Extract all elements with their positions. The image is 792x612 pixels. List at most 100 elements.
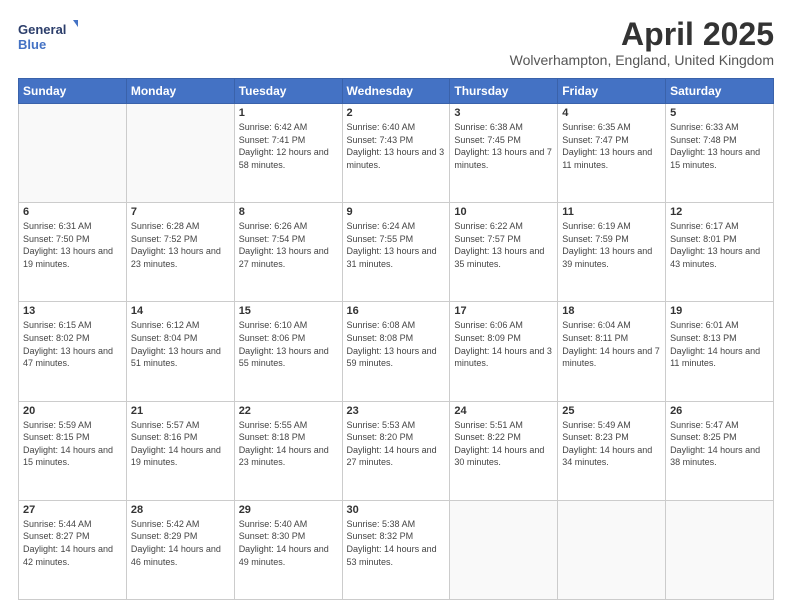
calendar-cell: 11 Sunrise: 6:19 AM Sunset: 7:59 PM Dayl… [558, 203, 666, 302]
calendar-cell: 26 Sunrise: 5:47 AM Sunset: 8:25 PM Dayl… [666, 401, 774, 500]
calendar-cell: 21 Sunrise: 5:57 AM Sunset: 8:16 PM Dayl… [126, 401, 234, 500]
day-info: Sunrise: 6:22 AM Sunset: 7:57 PM Dayligh… [454, 220, 553, 270]
day-number: 6 [23, 206, 122, 218]
day-info: Sunrise: 6:06 AM Sunset: 8:09 PM Dayligh… [454, 319, 553, 369]
calendar-cell: 3 Sunrise: 6:38 AM Sunset: 7:45 PM Dayli… [450, 104, 558, 203]
calendar-cell [19, 104, 127, 203]
day-number: 4 [562, 107, 661, 119]
calendar-cell [558, 500, 666, 599]
calendar-cell: 9 Sunrise: 6:24 AM Sunset: 7:55 PM Dayli… [342, 203, 450, 302]
day-number: 2 [347, 107, 446, 119]
calendar-row: 13 Sunrise: 6:15 AM Sunset: 8:02 PM Dayl… [19, 302, 774, 401]
dow-header-cell: Thursday [450, 79, 558, 104]
day-info: Sunrise: 6:24 AM Sunset: 7:55 PM Dayligh… [347, 220, 446, 270]
calendar-cell: 22 Sunrise: 5:55 AM Sunset: 8:18 PM Dayl… [234, 401, 342, 500]
day-number: 30 [347, 504, 446, 516]
day-info: Sunrise: 6:19 AM Sunset: 7:59 PM Dayligh… [562, 220, 661, 270]
dow-header-cell: Wednesday [342, 79, 450, 104]
calendar-cell [450, 500, 558, 599]
day-number: 23 [347, 405, 446, 417]
day-info: Sunrise: 5:49 AM Sunset: 8:23 PM Dayligh… [562, 419, 661, 469]
day-info: Sunrise: 6:28 AM Sunset: 7:52 PM Dayligh… [131, 220, 230, 270]
day-info: Sunrise: 6:15 AM Sunset: 8:02 PM Dayligh… [23, 319, 122, 369]
day-number: 11 [562, 206, 661, 218]
day-number: 29 [239, 504, 338, 516]
calendar-cell: 13 Sunrise: 6:15 AM Sunset: 8:02 PM Dayl… [19, 302, 127, 401]
day-info: Sunrise: 6:08 AM Sunset: 8:08 PM Dayligh… [347, 319, 446, 369]
day-number: 26 [670, 405, 769, 417]
calendar-cell: 24 Sunrise: 5:51 AM Sunset: 8:22 PM Dayl… [450, 401, 558, 500]
day-number: 22 [239, 405, 338, 417]
header-right: April 2025 Wolverhampton, England, Unite… [510, 18, 774, 68]
dow-header-cell: Saturday [666, 79, 774, 104]
calendar-cell: 14 Sunrise: 6:12 AM Sunset: 8:04 PM Dayl… [126, 302, 234, 401]
svg-text:Blue: Blue [18, 37, 46, 52]
header: General Blue April 2025 Wolverhampton, E… [18, 18, 774, 68]
page: General Blue April 2025 Wolverhampton, E… [0, 0, 792, 612]
calendar-cell: 8 Sunrise: 6:26 AM Sunset: 7:54 PM Dayli… [234, 203, 342, 302]
day-info: Sunrise: 6:35 AM Sunset: 7:47 PM Dayligh… [562, 121, 661, 171]
calendar-cell: 20 Sunrise: 5:59 AM Sunset: 8:15 PM Dayl… [19, 401, 127, 500]
day-info: Sunrise: 5:40 AM Sunset: 8:30 PM Dayligh… [239, 518, 338, 568]
calendar-cell: 4 Sunrise: 6:35 AM Sunset: 7:47 PM Dayli… [558, 104, 666, 203]
day-info: Sunrise: 6:04 AM Sunset: 8:11 PM Dayligh… [562, 319, 661, 369]
calendar-subtitle: Wolverhampton, England, United Kingdom [510, 52, 774, 68]
calendar-row: 6 Sunrise: 6:31 AM Sunset: 7:50 PM Dayli… [19, 203, 774, 302]
day-info: Sunrise: 5:51 AM Sunset: 8:22 PM Dayligh… [454, 419, 553, 469]
logo: General Blue [18, 18, 78, 56]
calendar-cell: 2 Sunrise: 6:40 AM Sunset: 7:43 PM Dayli… [342, 104, 450, 203]
calendar-cell: 28 Sunrise: 5:42 AM Sunset: 8:29 PM Dayl… [126, 500, 234, 599]
day-info: Sunrise: 6:26 AM Sunset: 7:54 PM Dayligh… [239, 220, 338, 270]
calendar-cell: 12 Sunrise: 6:17 AM Sunset: 8:01 PM Dayl… [666, 203, 774, 302]
day-info: Sunrise: 5:57 AM Sunset: 8:16 PM Dayligh… [131, 419, 230, 469]
day-number: 9 [347, 206, 446, 218]
day-info: Sunrise: 6:38 AM Sunset: 7:45 PM Dayligh… [454, 121, 553, 171]
dow-header-cell: Monday [126, 79, 234, 104]
calendar-cell: 27 Sunrise: 5:44 AM Sunset: 8:27 PM Dayl… [19, 500, 127, 599]
calendar-cell [666, 500, 774, 599]
day-info: Sunrise: 6:10 AM Sunset: 8:06 PM Dayligh… [239, 319, 338, 369]
day-number: 24 [454, 405, 553, 417]
day-number: 19 [670, 305, 769, 317]
day-number: 12 [670, 206, 769, 218]
calendar-cell: 10 Sunrise: 6:22 AM Sunset: 7:57 PM Dayl… [450, 203, 558, 302]
day-info: Sunrise: 6:01 AM Sunset: 8:13 PM Dayligh… [670, 319, 769, 369]
day-number: 15 [239, 305, 338, 317]
day-number: 8 [239, 206, 338, 218]
day-number: 13 [23, 305, 122, 317]
day-info: Sunrise: 6:12 AM Sunset: 8:04 PM Dayligh… [131, 319, 230, 369]
day-info: Sunrise: 6:40 AM Sunset: 7:43 PM Dayligh… [347, 121, 446, 171]
day-info: Sunrise: 5:53 AM Sunset: 8:20 PM Dayligh… [347, 419, 446, 469]
day-number: 20 [23, 405, 122, 417]
day-number: 18 [562, 305, 661, 317]
calendar-cell: 25 Sunrise: 5:49 AM Sunset: 8:23 PM Dayl… [558, 401, 666, 500]
day-of-week-header: SundayMondayTuesdayWednesdayThursdayFrid… [19, 79, 774, 104]
day-info: Sunrise: 5:47 AM Sunset: 8:25 PM Dayligh… [670, 419, 769, 469]
day-number: 17 [454, 305, 553, 317]
day-number: 25 [562, 405, 661, 417]
logo-svg: General Blue [18, 18, 78, 56]
calendar-cell: 29 Sunrise: 5:40 AM Sunset: 8:30 PM Dayl… [234, 500, 342, 599]
day-number: 14 [131, 305, 230, 317]
day-info: Sunrise: 5:59 AM Sunset: 8:15 PM Dayligh… [23, 419, 122, 469]
calendar-cell: 7 Sunrise: 6:28 AM Sunset: 7:52 PM Dayli… [126, 203, 234, 302]
day-info: Sunrise: 5:42 AM Sunset: 8:29 PM Dayligh… [131, 518, 230, 568]
day-number: 1 [239, 107, 338, 119]
day-info: Sunrise: 6:33 AM Sunset: 7:48 PM Dayligh… [670, 121, 769, 171]
calendar-body: 1 Sunrise: 6:42 AM Sunset: 7:41 PM Dayli… [19, 104, 774, 600]
day-number: 3 [454, 107, 553, 119]
calendar-cell: 23 Sunrise: 5:53 AM Sunset: 8:20 PM Dayl… [342, 401, 450, 500]
day-info: Sunrise: 5:44 AM Sunset: 8:27 PM Dayligh… [23, 518, 122, 568]
svg-text:General: General [18, 22, 66, 37]
calendar-title: April 2025 [510, 18, 774, 50]
calendar-cell: 6 Sunrise: 6:31 AM Sunset: 7:50 PM Dayli… [19, 203, 127, 302]
calendar-row: 1 Sunrise: 6:42 AM Sunset: 7:41 PM Dayli… [19, 104, 774, 203]
day-info: Sunrise: 5:38 AM Sunset: 8:32 PM Dayligh… [347, 518, 446, 568]
day-number: 27 [23, 504, 122, 516]
day-number: 10 [454, 206, 553, 218]
day-number: 21 [131, 405, 230, 417]
day-number: 7 [131, 206, 230, 218]
calendar-cell [126, 104, 234, 203]
calendar-cell: 15 Sunrise: 6:10 AM Sunset: 8:06 PM Dayl… [234, 302, 342, 401]
calendar-cell: 16 Sunrise: 6:08 AM Sunset: 8:08 PM Dayl… [342, 302, 450, 401]
